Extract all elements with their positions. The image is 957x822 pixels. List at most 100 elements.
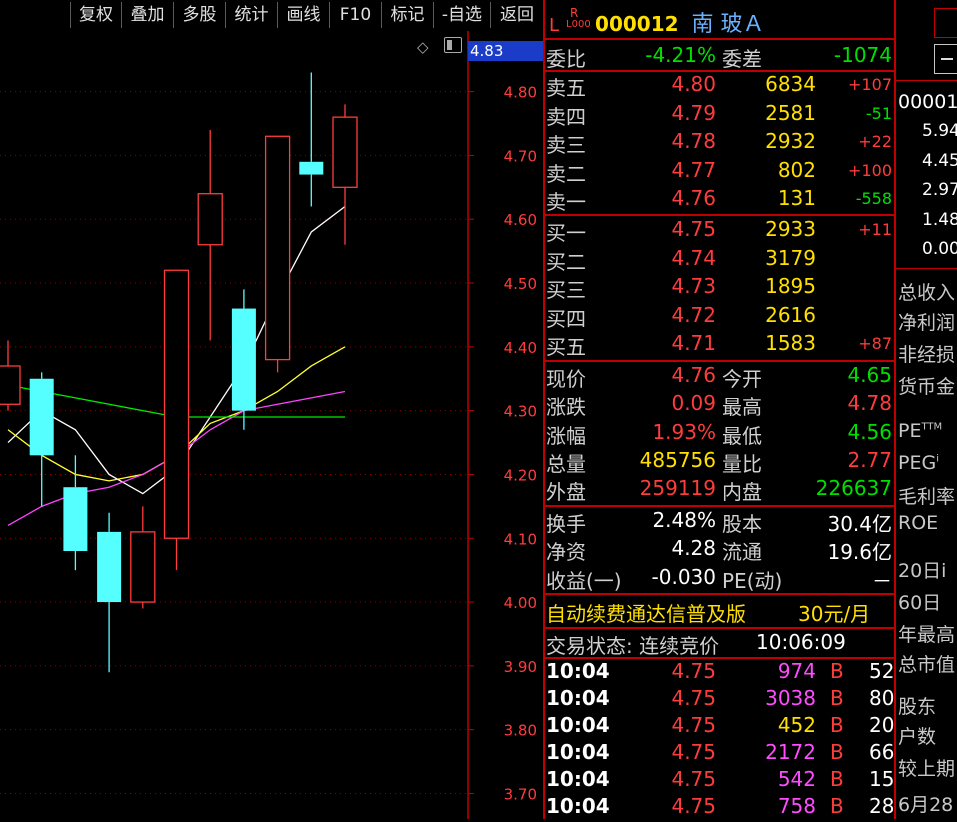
level-volume: 2581 <box>765 100 816 125</box>
tick-row: 10:04 4.75 542 B 15 <box>546 767 894 795</box>
statistics-button[interactable]: 统计 <box>225 2 277 28</box>
quote-row: 涨跌 0.09 最高 4.78 <box>546 391 894 419</box>
quote-row: 外盘 259119 内盘 226637 <box>546 476 894 504</box>
price-tick-label: 3.70 <box>504 785 537 803</box>
quote-value: 485756 <box>639 447 716 472</box>
kline-chart[interactable]: 4.80 4.70 4.60 4.50 4.40 4.30 4.20 4.10 4.00 3.90… <box>0 31 545 819</box>
tick-volume: 974 <box>777 659 816 683</box>
price-tick-label: 4.10 <box>504 530 537 548</box>
candle-body <box>163 269 190 539</box>
tick-time: 10:04 <box>546 740 610 764</box>
quote-value: 0.09 <box>671 391 716 416</box>
tick-side: B <box>830 740 844 764</box>
level-label: 买三 <box>546 278 586 303</box>
quote-label: 现价 <box>546 367 586 391</box>
level-label: 买一 <box>546 221 586 245</box>
watchlist-button[interactable]: -自选 <box>433 2 490 28</box>
level-price: 4.74 <box>671 245 716 270</box>
candlestick <box>0 340 21 411</box>
level-change: +107 <box>848 75 892 94</box>
level-change: +87 <box>858 334 892 354</box>
level-volume: 3179 <box>765 245 816 270</box>
tick-count: 66 <box>869 740 895 764</box>
level-label: 卖五 <box>546 76 586 100</box>
quote-value: 4.78 <box>847 391 892 416</box>
level-volume: 131 <box>777 186 816 211</box>
fundamental-row: 收益(一) -0.030 PE(动) － <box>546 565 894 593</box>
level-label: 买四 <box>546 306 586 331</box>
fund-label: 流通 <box>722 540 762 565</box>
candlestick <box>264 135 291 373</box>
promo-banner[interactable]: 自动续费通达信普及版 30元/月 <box>546 598 894 626</box>
quote-label: 最高 <box>722 395 762 420</box>
tick-time: 10:04 <box>546 767 610 791</box>
far-right-value: 0.00 <box>922 239 957 259</box>
sell-level-row: 卖五 4.80 6834 +107 <box>546 72 894 100</box>
far-right-label: 非经损 <box>898 344 956 366</box>
candlestick <box>130 506 156 609</box>
far-right-label: 60日 <box>898 592 942 614</box>
level-price: 4.79 <box>671 100 716 125</box>
fund-value: 19.6亿 <box>827 540 892 565</box>
level-price: 4.78 <box>671 129 716 154</box>
tick-count: 52 <box>869 659 895 683</box>
overlay-button[interactable]: 叠加 <box>121 2 173 28</box>
sell-level-row: 卖三 4.78 2932 +22 <box>546 129 894 157</box>
multi-stock-button[interactable]: 多股 <box>173 2 225 28</box>
quote-value: 4.56 <box>847 419 892 444</box>
candlestick <box>29 372 54 507</box>
tick-row: 10:04 4.75 452 B 20 <box>546 713 894 741</box>
quote-value: 1.93% <box>652 419 716 444</box>
tick-side: B <box>830 713 844 737</box>
tick-count: 28 <box>869 794 895 818</box>
tick-volume: 3038 <box>765 686 816 710</box>
quote-label: 总量 <box>546 451 586 476</box>
far-right-minus-button[interactable] <box>934 44 957 74</box>
tick-price: 4.75 <box>671 659 716 683</box>
mark-button[interactable]: 标记 <box>381 2 433 28</box>
back-button[interactable]: 返回 <box>490 2 544 28</box>
far-right-label: PETTM <box>898 420 943 442</box>
fund-value: 30.4亿 <box>827 512 892 536</box>
far-right-value: 5.94 <box>922 121 957 141</box>
far-right-tab[interactable] <box>934 8 957 38</box>
level-label: 卖一 <box>546 190 586 215</box>
chart-toolbar: 复权 叠加 多股 统计 画线 F10 标记 -自选 返回 <box>0 0 544 31</box>
candlestick <box>63 455 88 571</box>
far-right-value: 1.48 <box>922 209 957 230</box>
level-volume: 802 <box>777 157 816 182</box>
diamond-icon[interactable]: ◇ <box>417 38 429 56</box>
fund-label: 净资 <box>546 540 586 565</box>
draw-line-button[interactable]: 画线 <box>277 2 329 28</box>
tick-price: 4.75 <box>671 713 716 737</box>
far-right-value: 4.45 <box>922 150 957 171</box>
price-tick-label: 4.50 <box>504 275 537 293</box>
r-mark: R L000 <box>566 6 591 30</box>
l-mark: L <box>549 15 560 36</box>
level-change: -558 <box>855 189 892 209</box>
price-tick-label: 4.30 <box>504 403 537 421</box>
candlestick <box>231 289 256 430</box>
level-label: 卖四 <box>546 104 586 129</box>
quote-value: 226637 <box>815 476 892 501</box>
candle-body <box>97 531 122 603</box>
price-tick-label: 3.90 <box>504 658 537 676</box>
far-right-label: PEGi <box>898 452 939 474</box>
tick-time: 10:04 <box>546 713 610 737</box>
stock-header: L R L000 000012 南 玻Ａ <box>549 6 765 37</box>
tick-volume: 758 <box>777 794 816 818</box>
far-right-label: 户数 <box>898 726 937 748</box>
fuquan-button[interactable]: 复权 <box>70 2 121 28</box>
level-volume: 1583 <box>765 331 816 356</box>
f10-button[interactable]: F10 <box>329 2 381 28</box>
candle-body <box>332 116 358 188</box>
far-right-code: 00001 <box>898 91 957 113</box>
fund-value: － <box>872 568 892 593</box>
tick-count: 80 <box>869 686 895 710</box>
candle-body <box>63 487 88 552</box>
tick-count: 15 <box>869 767 895 791</box>
tick-volume: 452 <box>777 713 816 737</box>
fundamental-row: 换手 2.48% 股本 30.4亿 <box>546 508 894 536</box>
panel-toggle-icon[interactable] <box>444 37 462 53</box>
level-price: 4.75 <box>671 217 716 241</box>
